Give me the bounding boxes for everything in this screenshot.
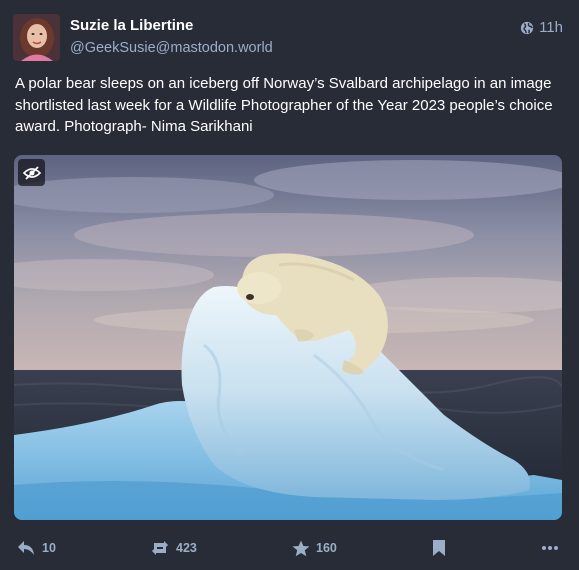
more-button[interactable] — [542, 530, 558, 566]
boost-button[interactable]: 423 — [150, 530, 197, 566]
status-content: A polar bear sleeps on an iceberg off No… — [15, 75, 553, 135]
boost-icon — [150, 540, 170, 556]
favourite-count: 160 — [316, 541, 337, 555]
globe-icon — [520, 21, 534, 35]
polar-bear-photo — [14, 155, 562, 520]
eye-slash-icon — [22, 165, 41, 180]
boost-count: 423 — [176, 541, 197, 555]
avatar[interactable] — [13, 14, 60, 61]
ellipsis-icon — [542, 546, 558, 550]
bookmark-icon — [433, 540, 445, 556]
reply-count: 10 — [42, 541, 56, 555]
bookmark-button[interactable] — [433, 530, 445, 566]
status-card: Suzie la Libertine @GeekSusie@mastodon.w… — [0, 0, 579, 570]
reply-button[interactable]: 10 — [17, 530, 56, 566]
display-name[interactable]: Suzie la Libertine — [70, 17, 193, 34]
timestamp-text: 11h — [539, 19, 563, 36]
action-bar: 10 423 160 — [0, 530, 579, 566]
timestamp-link[interactable]: 11h — [520, 19, 563, 36]
star-icon — [292, 540, 310, 557]
account-handle[interactable]: @GeekSusie@mastodon.world — [70, 40, 273, 56]
favourite-button[interactable]: 160 — [292, 530, 337, 566]
hide-media-button[interactable] — [18, 159, 45, 186]
media-attachment[interactable] — [14, 155, 562, 520]
reply-icon — [17, 540, 36, 556]
